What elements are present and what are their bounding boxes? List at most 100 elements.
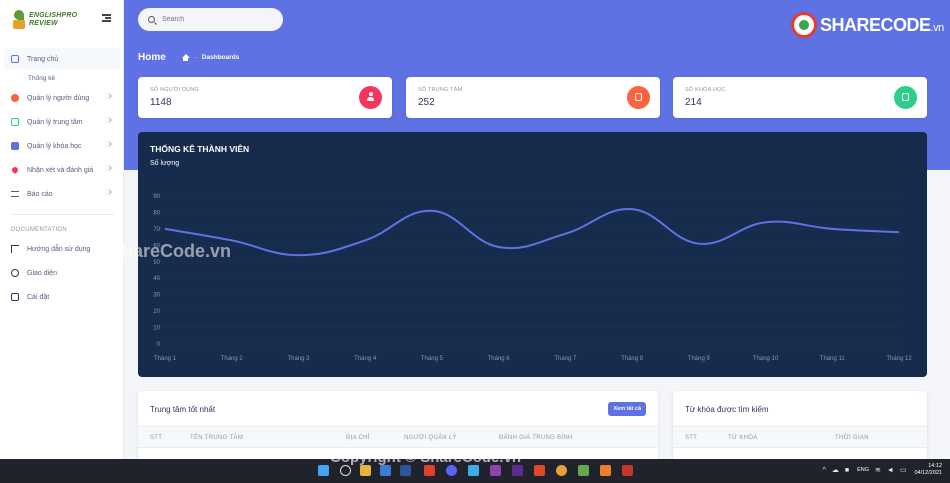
breadcrumb-separator: - <box>194 54 197 61</box>
x-tick-label: Tháng 10 <box>753 356 779 362</box>
stat-label: Số người dùng <box>150 87 199 93</box>
search-box[interactable] <box>138 8 283 31</box>
windows-start-icon[interactable] <box>318 465 329 476</box>
app-icon[interactable] <box>534 465 545 476</box>
column-header[interactable]: STT <box>685 435 697 441</box>
data-point[interactable] <box>164 227 167 230</box>
chart-ylabel: Số lượng <box>150 160 180 167</box>
y-tick-label: 10 <box>153 326 160 332</box>
y-tick-label: 70 <box>153 227 160 233</box>
wifi-icon[interactable]: ≋ <box>875 466 881 474</box>
column-header[interactable]: TÊN TRUNG TÂM <box>190 435 243 441</box>
home-icon[interactable] <box>181 54 190 61</box>
data-point[interactable] <box>430 209 433 212</box>
sidebar-item-guide[interactable]: Hướng dẫn sử dụng <box>0 237 124 261</box>
column-header[interactable]: STT <box>150 435 162 441</box>
clock-time: 14:12 <box>928 463 942 469</box>
volume-icon[interactable]: ◄ <box>887 467 894 474</box>
app-logo[interactable]: ENGLISHPRO REVIEW <box>12 8 102 32</box>
monitor-icon <box>11 55 19 63</box>
cloud-icon[interactable]: ☁ <box>832 466 839 474</box>
x-tick-label: Tháng 3 <box>287 356 310 362</box>
sidebar-item-home[interactable]: Trang chủ <box>4 48 120 70</box>
app-icon[interactable] <box>578 465 589 476</box>
chevron-up-icon[interactable]: ^ <box>823 467 826 474</box>
breadcrumb: Home - Dashboards <box>138 52 239 63</box>
sidebar-item-courses[interactable]: Quản lý khóa học <box>0 134 124 158</box>
y-tick-label: 0 <box>157 342 161 348</box>
brand-ext: .vn <box>930 21 945 34</box>
app-icon[interactable] <box>600 465 611 476</box>
sharecode-logo-icon <box>791 12 817 38</box>
sidebar-section-heading: DOCUMENTATION <box>11 227 68 233</box>
y-tick-label: 90 <box>153 194 160 200</box>
search-keywords-card: Từ khóa được tìm kiếm STT TỪ KHÓA THỜI G… <box>673 391 927 461</box>
y-tick-label: 80 <box>153 210 160 216</box>
watermark-center: ShareCode.vn <box>110 241 232 261</box>
app-tray-icon[interactable]: ■ <box>845 467 849 474</box>
app-icon[interactable] <box>512 465 523 476</box>
app-icon[interactable] <box>424 465 435 476</box>
column-header[interactable]: NGƯỜI QUẢN LÝ <box>404 435 457 441</box>
search-icon[interactable] <box>340 465 351 476</box>
sidebar-item-users[interactable]: Quản lý người dùng <box>0 86 124 110</box>
breadcrumb-item-dashboards[interactable]: Dashboards <box>202 54 240 61</box>
data-point[interactable] <box>764 221 767 224</box>
series-line[interactable] <box>164 208 900 257</box>
sidebar-item-label: Báo cáo <box>27 190 53 198</box>
logo-icon <box>12 10 26 30</box>
search-keywords-title: Từ khóa được tìm kiếm <box>685 405 769 414</box>
app-icon[interactable] <box>622 465 633 476</box>
search-input[interactable] <box>162 16 272 23</box>
x-tick-label: Tháng 11 <box>820 356 846 362</box>
column-header[interactable]: TỪ KHÓA <box>728 435 758 441</box>
x-tick-label: Tháng 12 <box>886 356 912 362</box>
sidebar-subitem-statistics[interactable]: Thống kê <box>0 70 124 86</box>
app-icon[interactable] <box>380 465 391 476</box>
column-header[interactable]: ĐỊA CHỈ <box>346 435 370 441</box>
x-tick-label: Tháng 6 <box>488 356 511 362</box>
language-indicator[interactable]: ENG <box>857 467 869 473</box>
chevron-right-icon <box>106 117 112 123</box>
data-point[interactable] <box>697 242 700 245</box>
discord-icon[interactable] <box>446 465 457 476</box>
member-statistics-chart: 0 10 20 30 40 50 60 70 80 90 Tháng 1 Tháng 2 Tháng 3… <box>138 132 927 377</box>
sharecode-logo: SHARECODE.vn <box>791 9 944 41</box>
sidebar-item-settings[interactable]: Cài đặt <box>0 285 124 309</box>
file-explorer-icon[interactable] <box>360 465 371 476</box>
chevron-right-icon <box>106 189 112 195</box>
data-point[interactable] <box>831 227 834 230</box>
column-header[interactable]: ĐÁNH GIÁ TRUNG BÌNH <box>499 435 573 441</box>
clock-date: 04/12/2021 <box>914 470 942 476</box>
data-point[interactable] <box>564 232 567 235</box>
sidebar-item-theme[interactable]: Giao diện <box>0 261 124 285</box>
sidebar-item-centers[interactable]: Quản lý trung tâm <box>0 110 124 134</box>
column-header[interactable]: THỜI GIAN <box>835 435 869 441</box>
app-icon[interactable] <box>468 465 479 476</box>
sidebar-item-reviews[interactable]: Nhận xét và đánh giá <box>0 158 124 182</box>
line-chart: 0102030405060708090Tháng 1 Tháng 2 Tháng 3… <box>153 194 912 362</box>
sidebar-item-reports[interactable]: Báo cáo <box>0 182 124 206</box>
x-tick-label: Tháng 8 <box>621 356 644 362</box>
app-icon[interactable] <box>400 465 411 476</box>
data-point[interactable] <box>497 245 500 248</box>
x-tick-label: Tháng 9 <box>688 356 711 362</box>
book-icon <box>11 142 19 150</box>
app-icon[interactable] <box>490 465 501 476</box>
stat-card-centers: Số trung tâm 252 <box>406 77 660 118</box>
data-point[interactable] <box>297 254 300 257</box>
data-point[interactable] <box>898 231 901 234</box>
heart-icon <box>10 165 20 175</box>
clock[interactable]: 14:12 04/12/2021 <box>914 463 942 477</box>
battery-icon[interactable]: ▭ <box>900 466 907 474</box>
page-title: Home <box>138 52 166 63</box>
data-point[interactable] <box>631 208 634 211</box>
user-icon <box>11 94 19 102</box>
menu-toggle-icon[interactable] <box>102 14 111 22</box>
chevron-right-icon <box>106 141 112 147</box>
y-tick-label: 40 <box>153 276 160 282</box>
chrome-icon[interactable] <box>556 465 567 476</box>
see-all-button[interactable]: Xem tất cả <box>608 402 646 416</box>
data-point[interactable] <box>364 239 367 242</box>
watermark-bottom: Copyright © ShareCode.vn <box>330 449 522 466</box>
